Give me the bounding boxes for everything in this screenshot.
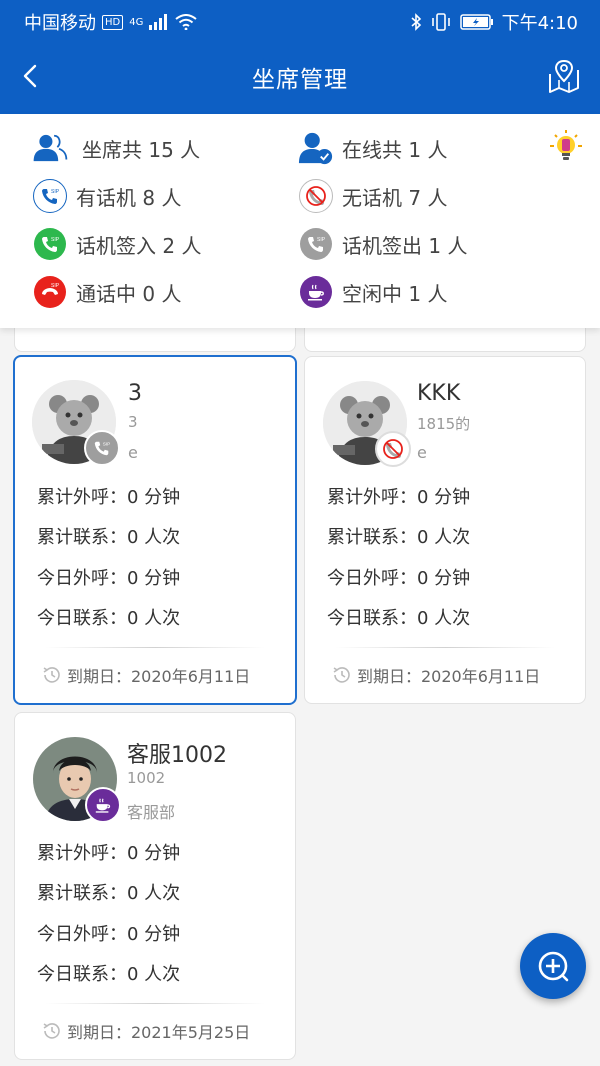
stat-in-call-label: 通话中 0 人: [76, 281, 182, 306]
in-call-phone-icon: SIP: [32, 274, 68, 310]
map-location-icon: [549, 59, 579, 93]
svg-text:SIP: SIP: [51, 189, 60, 195]
expire-date: 到期日：2020年6月11日: [67, 667, 251, 686]
bluetooth-icon: [411, 13, 421, 31]
stat-total-contacts: 累计联系：0 人次: [37, 527, 181, 548]
stat-total-outbound: 累计外呼：0 分钟: [327, 487, 471, 508]
agent-extension: 1002: [127, 769, 166, 787]
clock: 下午4:10: [501, 13, 578, 34]
stat-total-contacts: 累计联系：0 人次: [327, 527, 471, 548]
stat-signed-out: SIP 话机签出 1 人: [298, 226, 467, 262]
expire-row: 到期日：2020年6月11日: [331, 663, 540, 687]
sip-phone-icon: SIP: [32, 178, 68, 214]
vibrate-icon: [431, 13, 450, 31]
stat-signed-out-label: 话机签出 1 人: [342, 233, 468, 258]
card-divider: [45, 647, 265, 648]
signed-in-phone-icon: SIP: [32, 226, 68, 262]
stat-has-phone: SIP 有话机 8 人: [32, 178, 181, 214]
stat-today-contacts: 今日联系：0 人次: [37, 964, 181, 985]
stat-signed-in: SIP 话机签入 2 人: [32, 226, 201, 262]
stat-total-label: 坐席共 15 人: [82, 137, 201, 162]
agent-department: 客服部: [127, 803, 176, 822]
agent-card[interactable]: SIP 3 3 e 累计外呼：0 分钟 累计联系：0 人次 今日外呼：0 分钟 …: [13, 355, 297, 705]
stat-online: 在线共 1 人: [298, 130, 447, 166]
network-type: 4G: [129, 16, 144, 28]
stat-no-phone: 无话机 7 人: [298, 178, 447, 214]
expire-row: 到期日：2020年6月11日: [41, 663, 250, 687]
svg-text:SIP: SIP: [103, 441, 110, 446]
hd-badge: HD: [102, 14, 124, 30]
stat-idle-label: 空闲中 1 人: [342, 281, 448, 306]
expire-row: 到期日：2021年5月25日: [41, 1019, 250, 1043]
map-button[interactable]: [546, 58, 582, 96]
agent-name: 3: [128, 381, 142, 406]
sip-phone-status-icon: SIP: [84, 430, 120, 466]
app-header: 坐席管理: [0, 40, 600, 114]
agent-department: e: [128, 443, 138, 462]
agents-group-icon: [32, 130, 68, 166]
clock-history-icon: [333, 667, 350, 683]
svg-text:SIP: SIP: [51, 237, 60, 243]
stat-today-contacts: 今日联系：0 人次: [327, 608, 471, 629]
stat-total-contacts: 累计联系：0 人次: [37, 883, 181, 904]
carrier-label: 中国移动: [24, 13, 96, 34]
coffee-cup-icon: [298, 274, 334, 310]
signal-icon: [149, 14, 168, 30]
stat-total-agents: 坐席共 15 人: [32, 130, 200, 166]
stat-online-label: 在线共 1 人: [342, 137, 448, 162]
summary-panel: 坐席共 15 人 在线共 1 人 SIP 有话机 8 人 无话机 7 人 SIP: [0, 114, 600, 328]
svg-text:SIP: SIP: [317, 237, 326, 243]
no-phone-status-icon: [375, 431, 411, 467]
status-bar: 中国移动 HD 4G 下午4:10: [0, 0, 600, 40]
stat-today-contacts: 今日联系：0 人次: [37, 608, 181, 629]
stat-signed-in-label: 话机签入 2 人: [76, 233, 202, 258]
agent-name: KKK: [417, 381, 461, 406]
coffee-cup-status-icon: [85, 787, 121, 823]
signed-out-phone-icon: SIP: [298, 226, 334, 262]
card-divider: [45, 1003, 265, 1004]
stat-idle: 空闲中 1 人: [298, 274, 447, 310]
agent-online-icon: [298, 130, 334, 166]
add-agent-button[interactable]: [520, 933, 586, 999]
wifi-icon: [175, 14, 197, 30]
stat-total-outbound: 累计外呼：0 分钟: [37, 843, 181, 864]
stat-no-phone-label: 无话机 7 人: [342, 185, 448, 210]
svg-text:SIP: SIP: [51, 283, 60, 289]
no-phone-icon: [298, 178, 334, 214]
stat-in-call: SIP 通话中 0 人: [32, 274, 181, 310]
stat-today-outbound: 今日外呼：0 分钟: [37, 568, 181, 589]
page-title: 坐席管理: [252, 67, 348, 93]
stat-today-outbound: 今日外呼：0 分钟: [327, 568, 471, 589]
expire-date: 到期日：2021年5月25日: [67, 1023, 251, 1042]
bulb-icon[interactable]: [546, 126, 586, 166]
agent-card[interactable]: 客服1002 1002 客服部 累计外呼：0 分钟 累计联系：0 人次 今日外呼…: [14, 712, 296, 1060]
agent-name: 客服1002: [127, 743, 227, 768]
card-divider: [335, 647, 555, 648]
agent-extension: 3: [128, 413, 138, 431]
add-icon: [538, 951, 569, 982]
agent-department: e: [417, 443, 427, 462]
stat-today-outbound: 今日外呼：0 分钟: [37, 924, 181, 945]
agent-extension: 1815的: [417, 415, 471, 433]
clock-history-icon: [43, 1023, 60, 1039]
stat-total-outbound: 累计外呼：0 分钟: [37, 487, 181, 508]
stat-has-phone-label: 有话机 8 人: [76, 185, 182, 210]
agent-card[interactable]: KKK 1815的 e 累计外呼：0 分钟 累计联系：0 人次 今日外呼：0 分…: [304, 356, 586, 704]
clock-history-icon: [43, 667, 60, 683]
expire-date: 到期日：2020年6月11日: [357, 667, 541, 686]
battery-icon: [459, 14, 493, 30]
